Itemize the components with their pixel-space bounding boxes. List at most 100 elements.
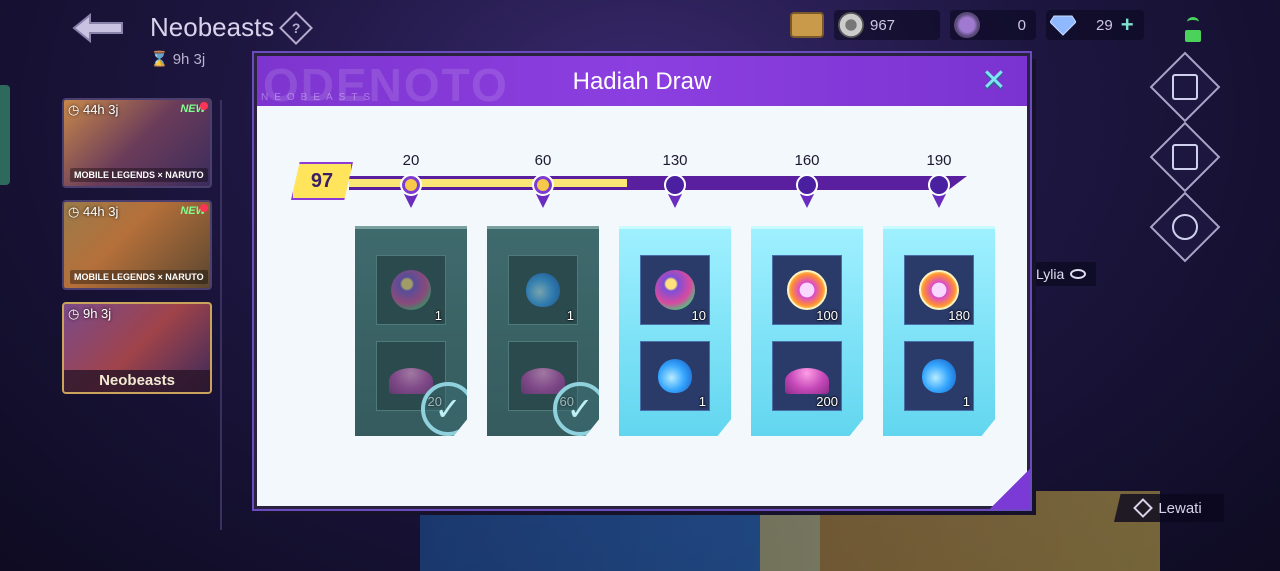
info-button[interactable] — [1149, 121, 1221, 193]
currency-draw-token: 967 — [834, 10, 940, 40]
currency-crystal: 0 — [950, 10, 1036, 40]
claimed-check-icon: ✓ — [553, 382, 599, 436]
milestone-node — [928, 174, 950, 196]
mail-icon[interactable] — [790, 12, 824, 38]
reward-card-1[interactable]: 160✓ — [487, 226, 599, 436]
milestone-pin — [536, 194, 550, 208]
currency-bar: 967 0 29 + — [790, 10, 1144, 40]
notification-dot — [200, 102, 208, 110]
event-title: Neobeasts ? — [150, 10, 314, 45]
milestone-pin — [668, 194, 682, 208]
reward-slot: 10 — [640, 255, 710, 325]
help-icon[interactable]: ? — [279, 10, 314, 45]
potion-icon — [922, 359, 956, 393]
milestone-label: 60 — [534, 152, 552, 169]
event-timer-text: 9h 3j — [172, 50, 206, 68]
modal-title: Hadiah Draw — [572, 68, 712, 95]
milestone-1: 60 — [523, 152, 563, 208]
potion-icon — [658, 359, 692, 393]
event-tab-naruto-2[interactable]: ◷ 44h 3j NEW MOBILE LEGENDS × NARUTO — [62, 200, 212, 290]
milestone-label: 160 — [794, 152, 820, 169]
crystal-icon — [655, 270, 695, 310]
currency-diamond: 29 + — [1046, 10, 1144, 40]
reward-card-4[interactable]: 180 1 — [883, 226, 995, 436]
back-arrow-icon — [72, 12, 123, 44]
close-button[interactable]: ✕ — [979, 66, 1009, 96]
reward-quantity: 100 — [816, 308, 838, 323]
close-icon: ✕ — [981, 64, 1007, 97]
milestone-node — [532, 174, 554, 196]
hero-label[interactable]: Lylia — [1026, 262, 1097, 286]
reward-card-3[interactable]: 100 200 — [751, 226, 863, 436]
event-tab-naruto-1[interactable]: ◷ 44h 3j NEW MOBILE LEGENDS × NARUTO — [62, 98, 212, 188]
add-diamond-button[interactable]: + — [1121, 12, 1134, 38]
left-rail — [0, 85, 10, 185]
milestone-pin — [932, 194, 946, 208]
collab-logo: MOBILE LEGENDS × NARUTO — [70, 168, 208, 182]
milestone-pin — [800, 194, 814, 208]
reward-slot: 1 — [508, 255, 578, 325]
reward-slot: 1 — [640, 341, 710, 411]
milestone-label: 20 — [402, 152, 420, 169]
event-title-text: Neobeasts — [150, 12, 275, 42]
crystal-icon — [391, 270, 431, 310]
magic-dust-icon — [389, 368, 433, 394]
potion-icon — [526, 273, 560, 307]
reward-card-2[interactable]: 10 1 — [619, 226, 731, 436]
reward-quantity: 1 — [962, 394, 970, 409]
collab-logo: MOBILE LEGENDS × NARUTO — [70, 270, 208, 284]
milestone-label: 130 — [662, 152, 688, 169]
event-timer: ⌛ 9h 3j — [150, 50, 206, 69]
reward-card-0[interactable]: 120✓ — [355, 226, 467, 436]
reward-cards: 120✓160✓1011002001801 — [355, 226, 1005, 446]
draw-token-count: 967 — [870, 16, 896, 34]
event-tab-list: ◷ 44h 3j NEW MOBILE LEGENDS × NARUTO ◷ 4… — [62, 98, 216, 406]
battery-icon — [1184, 14, 1202, 42]
claimed-check-icon: ✓ — [421, 382, 467, 436]
milestone-4: 190 — [919, 152, 959, 208]
milestone-node — [796, 174, 818, 196]
modal-header: ODENOTO NEOBEASTS Hadiah Draw ✕ — [257, 56, 1027, 111]
reward-quantity: 180 — [948, 308, 970, 323]
gift-icon — [1172, 74, 1198, 100]
document-icon — [1172, 144, 1198, 170]
milestone-label: 190 — [926, 152, 952, 169]
eye-icon — [1070, 269, 1087, 279]
diamond-icon — [1050, 15, 1076, 36]
magic-dust-icon — [785, 368, 829, 394]
magic-dust-icon — [521, 368, 565, 394]
corner-accent — [990, 469, 1030, 509]
milestone-node — [400, 174, 422, 196]
draw-token-icon — [787, 270, 827, 310]
reward-slot: 200 — [772, 341, 842, 411]
reward-slot: 1 — [904, 341, 974, 411]
draw-reward-modal: ODENOTO NEOBEASTS Hadiah Draw ✕ 97 20 60 1… — [254, 53, 1030, 509]
draw-token-icon — [919, 270, 959, 310]
skip-icon — [1133, 498, 1154, 518]
notification-dot — [200, 204, 208, 212]
milestone-2: 130 — [655, 152, 695, 208]
milestone-pin — [404, 194, 418, 208]
back-button[interactable] — [66, 8, 130, 48]
draw-token-icon — [838, 12, 864, 38]
reward-slot: 1 — [376, 255, 446, 325]
gift-button[interactable] — [1149, 51, 1221, 123]
reward-quantity: 1 — [566, 308, 574, 323]
reward-slot: 100 — [772, 255, 842, 325]
event-tab-neobeasts[interactable]: ◷ 9h 3j Neobeasts — [62, 302, 212, 394]
progress-track: 97 20 60 130 160 190 — [291, 152, 981, 216]
reward-quantity: 1 — [434, 308, 442, 323]
tab-timer: ◷ 9h 3j — [68, 306, 112, 321]
skip-button[interactable]: Lewati — [1114, 494, 1224, 522]
milestone-0: 20 — [391, 152, 431, 208]
milestone-node — [664, 174, 686, 196]
draw-count-badge: 97 — [291, 162, 353, 200]
tab-timer: ◷ 44h 3j — [68, 102, 119, 117]
diamond-count: 29 — [1096, 16, 1113, 34]
hero-name: Lylia — [1036, 266, 1065, 282]
play-button[interactable] — [1149, 191, 1221, 263]
tab-timer: ◷ 44h 3j — [68, 204, 119, 219]
side-buttons — [1149, 51, 1221, 263]
tab-divider — [220, 100, 222, 530]
reward-quantity: 1 — [698, 394, 706, 409]
